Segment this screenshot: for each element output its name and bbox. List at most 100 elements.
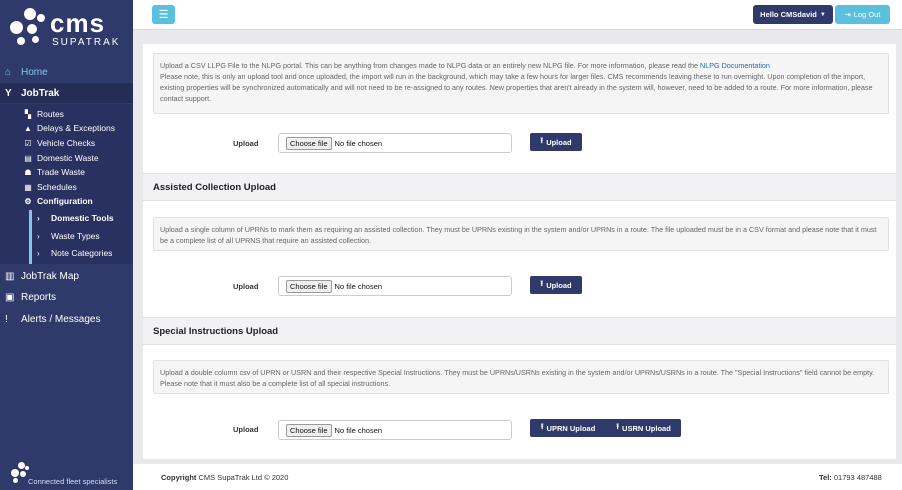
usrn-upload-button[interactable]: ⭱ USRN Upload [606, 419, 681, 437]
sidebar-item-reports[interactable]: ▣ Reports [0, 287, 133, 307]
user-menu-button[interactable]: Hello CMSdavid ▼ [753, 5, 833, 24]
clipboard-icon: ▣ [5, 291, 15, 303]
group-icon: ☗ [24, 167, 32, 177]
llpg-info-text-2: Please note, this is only an upload tool… [160, 72, 873, 103]
nlpg-documentation-link[interactable]: NLPG Documentation [700, 61, 770, 70]
chevron-right-icon: › [37, 213, 40, 223]
file-status: No file chosen [334, 138, 383, 148]
fork-icon: Y [5, 87, 12, 99]
user-greeting: Hello CMSdavid [760, 10, 817, 19]
map-icon: ▥ [5, 270, 15, 282]
sidebar-item-label: Domestic Tools [51, 213, 114, 223]
page-footer: Copyright CMS SupaTrak Ltd © 2020 Tel: 0… [133, 464, 902, 490]
sidebar-item-vehicle-checks[interactable]: ☑ Vehicle Checks [23, 136, 95, 150]
home-icon: ⌂ [5, 66, 12, 78]
sidebar-item-delays[interactable]: ▲ Delays & Exceptions [23, 121, 115, 135]
upload-button-label: Upload [546, 137, 572, 147]
assisted-upload-label: Upload [233, 282, 259, 291]
sidebar-item-waste-types[interactable]: › Waste Types [37, 229, 100, 243]
sidebar-item-label: Domestic Waste [37, 153, 99, 163]
upload-button-label: USRN Upload [622, 423, 671, 433]
special-info-text: Upload a double column csv of UPRN or US… [160, 368, 875, 388]
special-section-header: Special Instructions Upload [143, 317, 896, 345]
sidebar-item-label: Waste Types [51, 231, 100, 241]
alert-icon: ! [5, 313, 8, 325]
upload-icon: ⭱ [540, 422, 544, 431]
telephone: Tel: 01793 487488 [819, 473, 882, 482]
sidebar-item-trade-waste[interactable]: ☗ Trade Waste [23, 165, 85, 179]
sidebar-item-label: Note Categories [51, 248, 113, 258]
file-status: No file chosen [334, 281, 383, 291]
calendar-icon: ▦ [24, 182, 32, 192]
footer-brand: Connected fleet specialists [10, 462, 130, 486]
sidebar-item-domestic-waste[interactable]: ▤ Domestic Waste [23, 151, 99, 165]
llpg-file-input[interactable]: Choose file No file chosen [278, 133, 512, 153]
chevron-right-icon: › [37, 248, 40, 258]
upload-button-label: Upload [546, 280, 572, 290]
upload-icon: ⭱ [540, 136, 544, 145]
tel-value: 01793 487488 [833, 473, 882, 482]
file-status: No file chosen [334, 425, 383, 435]
sidebar-item-label: JobTrak [21, 87, 60, 99]
assisted-info-text: Upload a single column of UPRNs to mark … [160, 225, 877, 245]
sidebar-item-label: Configuration [37, 196, 93, 206]
chevron-right-icon: › [37, 231, 40, 241]
checkbox-icon: ☑ [24, 138, 32, 148]
top-bar: ☰ Hello CMSdavid ▼ ⇥ Log Out [133, 0, 902, 30]
document-icon: ▤ [24, 153, 32, 163]
sidebar-item-jobtrak-map[interactable]: ▥ JobTrak Map [0, 266, 133, 286]
section-title: Special Instructions Upload [153, 326, 279, 337]
sidebar-item-routes[interactable]: ▚ Routes [23, 107, 64, 121]
copyright: Copyright CMS SupaTrak Ltd © 2020 [161, 473, 288, 482]
llpg-upload-label: Upload [233, 139, 259, 148]
sidebar-item-note-categories[interactable]: › Note Categories [37, 246, 112, 260]
assisted-file-input[interactable]: Choose file No file chosen [278, 276, 512, 296]
upload-button-label: UPRN Upload [546, 423, 596, 433]
upload-icon: ⭱ [616, 422, 620, 431]
menu-toggle-button[interactable]: ☰ [152, 5, 175, 24]
sidebar-item-label: Schedules [37, 182, 77, 192]
sidebar-item-label: Vehicle Checks [37, 138, 96, 148]
choose-file-button[interactable]: Choose file [286, 136, 332, 150]
uprn-upload-button[interactable]: ⭱ UPRN Upload [530, 419, 606, 437]
sidebar-item-label: Home [21, 66, 48, 78]
hamburger-icon: ☰ [158, 9, 169, 21]
road-icon: ▚ [24, 109, 32, 119]
sidebar-item-alerts[interactable]: ! Alerts / Messages [0, 309, 133, 329]
choose-file-button[interactable]: Choose file [286, 423, 332, 437]
copyright-label: Copyright [161, 473, 197, 482]
llpg-info: Upload a CSV LLPG File to the NLPG porta… [153, 53, 889, 114]
logout-button[interactable]: ⇥ Log Out [835, 5, 890, 24]
brand-logo[interactable]: cms SUPATRAK [10, 8, 125, 48]
gear-icon: ⚙ [24, 196, 32, 206]
tel-label: Tel: [819, 473, 832, 482]
sidebar-item-label: Reports [21, 291, 57, 303]
llpg-upload-button[interactable]: ⭱ Upload [530, 133, 582, 151]
sidebar-item-home[interactable]: ⌂ Home [0, 63, 133, 81]
sidebar: cms SUPATRAK ⌂ Home Y JobTrak ▚ Routes ▲… [0, 0, 133, 490]
copyright-text: CMS SupaTrak Ltd © 2020 [198, 473, 289, 482]
sidebar-item-label: Alerts / Messages [21, 313, 101, 325]
logout-label: Log Out [853, 10, 881, 19]
sidebar-item-jobtrak[interactable]: Y JobTrak [0, 83, 133, 103]
sidebar-item-label: Routes [37, 109, 64, 119]
brand-tagline: Connected fleet specialists [28, 477, 118, 486]
sidebar-item-label: JobTrak Map [21, 270, 79, 282]
active-indicator [29, 210, 32, 264]
special-upload-label: Upload [233, 425, 259, 434]
sidebar-item-domestic-tools[interactable]: › Domestic Tools [37, 211, 114, 225]
sidebar-item-configuration[interactable]: ⚙ Configuration [23, 194, 93, 208]
assisted-info: Upload a single column of UPRNs to mark … [153, 217, 889, 251]
llpg-info-text: Upload a CSV LLPG File to the NLPG porta… [160, 61, 701, 70]
caret-down-icon: ▼ [819, 11, 826, 18]
sidebar-item-label: Delays & Exceptions [37, 123, 115, 133]
warning-icon: ▲ [24, 123, 32, 133]
special-file-input[interactable]: Choose file No file chosen [278, 420, 512, 440]
choose-file-button[interactable]: Choose file [286, 279, 332, 293]
special-info: Upload a double column csv of UPRN or US… [153, 360, 889, 394]
sidebar-item-schedules[interactable]: ▦ Schedules [23, 180, 77, 194]
assisted-upload-button[interactable]: ⭱ Upload [530, 276, 582, 294]
brand-name: cms [50, 8, 106, 38]
section-title: Assisted Collection Upload [153, 182, 276, 193]
main-content: Upload a CSV LLPG File to the NLPG porta… [143, 44, 896, 459]
